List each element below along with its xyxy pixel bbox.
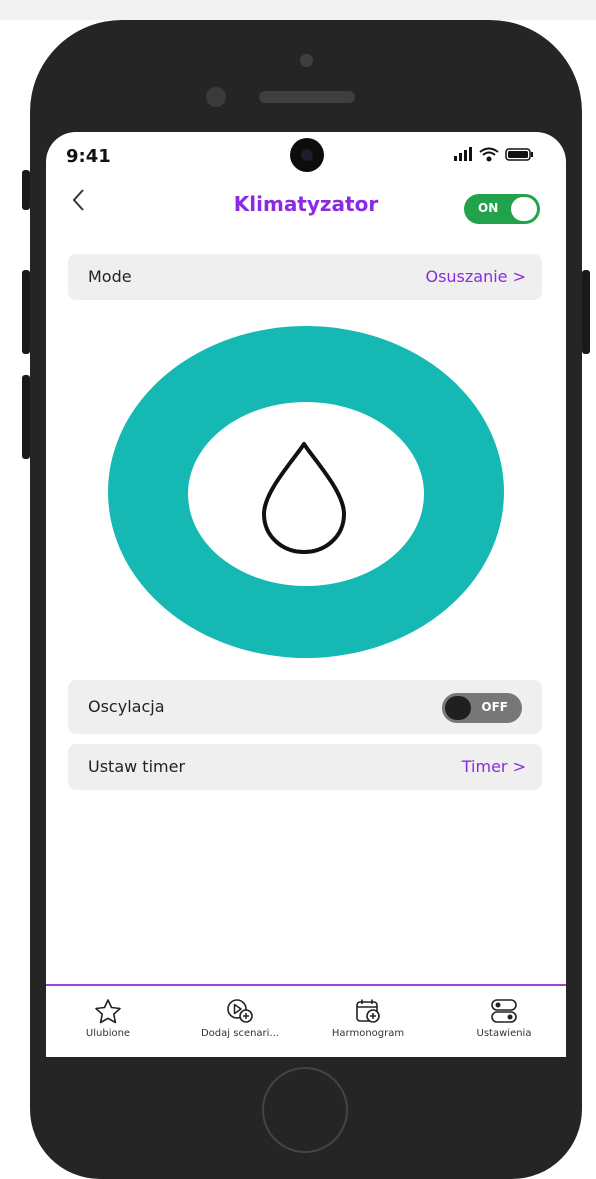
nav-item-schedule[interactable]: Harmonogram [308, 998, 428, 1039]
star-icon [95, 999, 121, 1024]
power-button [582, 270, 590, 354]
timer-label: Ustaw timer [88, 757, 186, 776]
play-add-icon [227, 999, 253, 1023]
oscillation-row: Oscylacja OFF [68, 680, 542, 734]
bottom-nav: Ulubione Dodaj scenari... Harmonogram Us… [46, 984, 566, 1057]
oscillation-toggle[interactable]: OFF [442, 693, 522, 723]
volume-down-button [22, 375, 30, 459]
oscillation-toggle-label: OFF [481, 700, 508, 714]
nav-label: Harmonogram [331, 1028, 405, 1039]
screen: 9:41 Klimatyzator ON Mode Osuszanie > Os… [46, 132, 566, 1057]
nav-label: Dodaj scenari... [200, 1028, 279, 1039]
nav-label: Ustawienia [476, 1028, 532, 1039]
top-strip [0, 0, 596, 20]
toggle-knob [445, 696, 471, 720]
mute-switch [22, 170, 30, 210]
proximity-sensor [206, 87, 226, 107]
home-button[interactable] [262, 1067, 348, 1153]
nav-item-favorites[interactable]: Ulubione [48, 998, 168, 1039]
mode-indicator [108, 326, 504, 658]
volume-up-button [22, 270, 30, 354]
nav-item-settings[interactable]: Ustawienia [444, 998, 564, 1039]
mode-ring-center [188, 402, 424, 586]
nav-label: Ulubione [85, 1028, 131, 1039]
earpiece-speaker [259, 91, 355, 103]
front-camera [300, 54, 313, 67]
timer-value[interactable]: Timer > [462, 757, 526, 776]
toggles-icon [491, 999, 517, 1023]
calendar-add-icon [356, 999, 380, 1023]
nav-item-add-scenario[interactable]: Dodaj scenari... [180, 998, 300, 1039]
oscillation-label: Oscylacja [88, 697, 165, 716]
timer-row[interactable]: Ustaw timer Timer > [68, 744, 542, 790]
